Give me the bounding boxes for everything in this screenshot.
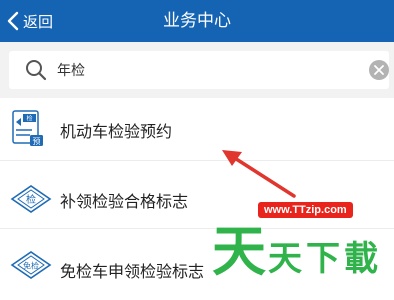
chevron-left-icon — [7, 11, 19, 31]
item-label-reissue-inspection-mark: 补领检验合格标志 — [60, 192, 189, 211]
svg-text:天: 天 — [212, 220, 266, 278]
divider — [0, 160, 394, 161]
search-box[interactable] — [9, 51, 389, 89]
back-label: 返回 — [23, 12, 54, 31]
svg-text:下: 下 — [306, 239, 340, 278]
doc-icon-badge-text: 预 — [33, 136, 41, 146]
document-appointment-icon: 检 预 — [12, 110, 43, 146]
item-label-exempt-vehicle-mark: 免检车申领检验标志 — [60, 262, 205, 281]
search-input[interactable] — [57, 51, 357, 89]
exempt-diamond-icon: 免检 — [10, 251, 52, 279]
inspection-diamond-icon: 检 — [10, 185, 52, 213]
watermark-url: www.TTzip.com — [258, 202, 353, 218]
page-title: 业务中心 — [163, 11, 231, 31]
search-area — [0, 42, 394, 98]
svg-text:載: 載 — [344, 239, 378, 278]
nav-bar: 返回 业务中心 — [0, 0, 394, 42]
item-label-vehicle-inspection-appointment: 机动车检验预约 — [60, 122, 173, 141]
annotation-arrow-icon — [222, 150, 296, 198]
svg-text:天: 天 — [268, 239, 302, 278]
clear-search-button[interactable] — [369, 60, 389, 80]
search-icon — [26, 60, 47, 81]
back-button[interactable]: 返回 — [6, 0, 53, 42]
doc-icon-top-text: 检 — [26, 115, 32, 123]
exempt-icon-text: 免检 — [23, 261, 39, 271]
diamond-icon-text: 检 — [26, 193, 36, 206]
close-icon — [374, 65, 384, 75]
watermark: www.TTzip.com 天 天 下 載 — [211, 192, 388, 284]
list-item-vehicle-inspection-appointment[interactable]: 检 预 机动车检验预约 — [0, 98, 394, 160]
